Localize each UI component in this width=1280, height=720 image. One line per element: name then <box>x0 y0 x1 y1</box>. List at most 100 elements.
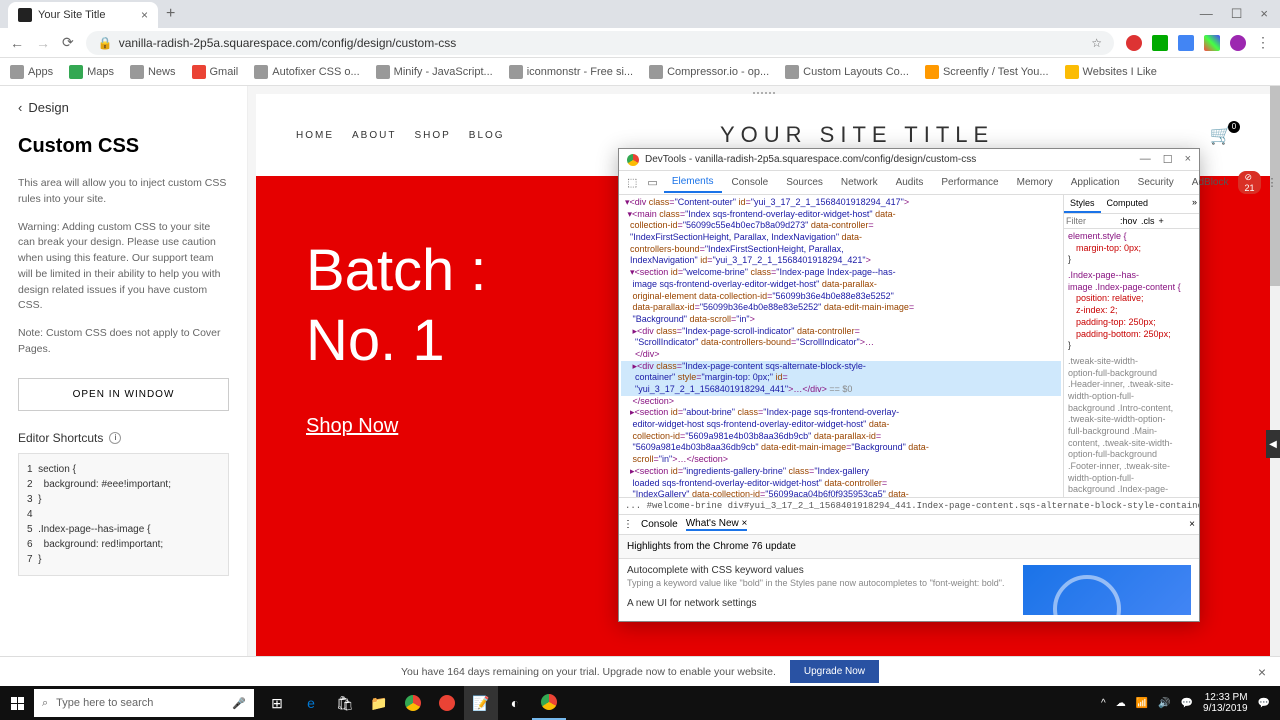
minimize-icon[interactable]: — <box>1140 153 1151 166</box>
tray-icon[interactable]: 🔊 <box>1158 698 1170 709</box>
tab-whatsnew[interactable]: What's New × <box>686 518 748 531</box>
cart-button[interactable]: 🛒 0 <box>1210 125 1232 146</box>
ext-icon[interactable] <box>1152 35 1168 51</box>
tab-security[interactable]: Security <box>1130 173 1182 192</box>
close-icon[interactable]: × <box>1185 153 1191 166</box>
computed-tab[interactable]: Computed <box>1101 195 1155 213</box>
star-icon[interactable]: ☆ <box>1091 36 1102 50</box>
tray-up-icon[interactable]: ^ <box>1101 698 1106 709</box>
url-input[interactable]: 🔒 vanilla-radish-2p5a.squarespace.com/co… <box>86 31 1114 55</box>
tab-network[interactable]: Network <box>833 173 886 192</box>
ext-icon[interactable] <box>1126 35 1142 51</box>
tab-adblock[interactable]: AdBlock <box>1184 173 1237 192</box>
bookmark-item[interactable]: Screenfly / Test You... <box>925 65 1049 79</box>
collapse-arrow-icon[interactable]: ◀ <box>1266 430 1280 458</box>
task-view-icon[interactable]: ⊞ <box>260 686 294 720</box>
bookmark-item[interactable]: Gmail <box>192 65 239 79</box>
tab-application[interactable]: Application <box>1063 173 1128 192</box>
bookmark-item[interactable]: Minify - JavaScript... <box>376 65 493 79</box>
more-icon[interactable]: ⋮ <box>1263 172 1280 193</box>
app-icon[interactable]: ◐ <box>498 686 532 720</box>
ext-icon[interactable] <box>1178 35 1194 51</box>
close-window-icon[interactable]: × <box>1260 6 1268 22</box>
tab-console[interactable]: Console <box>641 519 678 530</box>
taskbar-search[interactable]: ⌕ Type here to search 🎤 <box>34 689 254 717</box>
bookmark-item[interactable]: Apps <box>10 65 53 79</box>
reload-icon[interactable]: ⟳ <box>62 34 74 51</box>
store-icon[interactable]: 🛍 <box>328 686 362 720</box>
open-in-window-button[interactable]: OPEN IN WINDOW <box>18 378 229 411</box>
new-tab-button[interactable]: + <box>166 5 175 23</box>
more-icon[interactable]: » <box>1190 195 1199 213</box>
tray-icon[interactable]: 💬 <box>1181 698 1193 709</box>
elements-panel[interactable]: ▾<div class="Content-outer" id="yui_3_17… <box>619 195 1063 497</box>
add-icon[interactable]: + <box>1159 216 1164 226</box>
bookmark-item[interactable]: News <box>130 65 176 79</box>
tab-performance[interactable]: Performance <box>933 173 1006 192</box>
styles-tab[interactable]: Styles <box>1064 195 1101 213</box>
tab-memory[interactable]: Memory <box>1009 173 1061 192</box>
breadcrumb[interactable]: ... #welcome-brine div#yui_3_17_2_1_1568… <box>619 497 1199 514</box>
forward-icon[interactable]: → <box>36 35 50 51</box>
minimize-icon[interactable]: — <box>1200 6 1213 22</box>
nav-link[interactable]: SHOP <box>414 130 450 141</box>
bookmark-item[interactable]: Websites I Like <box>1065 65 1157 79</box>
notes-icon[interactable]: 📝 <box>464 686 498 720</box>
explorer-icon[interactable]: 📁 <box>362 686 396 720</box>
chrome-active-icon[interactable] <box>532 686 566 720</box>
ext-icon[interactable] <box>1204 35 1220 51</box>
tab-sources[interactable]: Sources <box>778 173 831 192</box>
bookmark-item[interactable]: Maps <box>69 65 114 79</box>
filter-input[interactable] <box>1066 216 1116 226</box>
bookmark-item[interactable]: Compressor.io - op... <box>649 65 769 79</box>
error-badge[interactable]: ⊘ 21 <box>1238 171 1260 194</box>
drag-handle-icon[interactable] <box>753 92 775 94</box>
start-button[interactable] <box>0 686 34 720</box>
maximize-icon[interactable]: ☐ <box>1163 153 1173 166</box>
menu-icon[interactable]: ⋮ <box>1256 34 1270 51</box>
bookmark-item[interactable]: Custom Layouts Co... <box>785 65 909 79</box>
upgrade-button[interactable]: Upgrade Now <box>790 660 879 683</box>
cls-toggle[interactable]: .cls <box>1141 216 1155 226</box>
chrome-icon[interactable] <box>396 686 430 720</box>
tray-icon[interactable]: 📶 <box>1136 698 1148 709</box>
site-title[interactable]: YOUR SITE TITLE <box>720 122 994 148</box>
editor-shortcuts-header[interactable]: Editor Shortcuts i <box>18 431 229 445</box>
inspect-icon[interactable]: ⬚ <box>623 172 641 193</box>
nav-link[interactable]: HOME <box>296 130 334 141</box>
tab-console[interactable]: Console <box>724 173 777 192</box>
clock-time[interactable]: 12:33 PM <box>1203 692 1248 703</box>
notification-icon[interactable]: 💬 <box>1258 698 1270 709</box>
tab-audits[interactable]: Audits <box>888 173 932 192</box>
css-rules[interactable]: element.style { margin-top: 0px; } .Inde… <box>1064 229 1199 497</box>
tray-icon[interactable]: ☁ <box>1116 698 1126 709</box>
css-editor[interactable]: 1 section { 2 background: #eee!important… <box>18 453 229 576</box>
close-drawer-icon[interactable]: × <box>1189 519 1195 530</box>
maps-icon <box>69 65 83 79</box>
bookmark-item[interactable]: iconmonstr - Free si... <box>509 65 633 79</box>
mic-icon[interactable]: 🎤 <box>232 697 246 710</box>
browser-tab[interactable]: Your Site Title × <box>8 2 158 28</box>
hov-toggle[interactable]: :hov <box>1120 216 1137 226</box>
device-icon[interactable]: ▭ <box>643 172 661 193</box>
clock-date[interactable]: 9/13/2019 <box>1203 703 1248 714</box>
devtools-titlebar[interactable]: DevTools - vanilla-radish-2p5a.squarespa… <box>619 149 1199 171</box>
back-icon[interactable]: ← <box>10 35 24 51</box>
nav-link[interactable]: BLOG <box>469 130 505 141</box>
edge-icon[interactable]: e <box>294 686 328 720</box>
back-link[interactable]: ‹ Design <box>18 100 229 115</box>
app-icon[interactable] <box>430 686 464 720</box>
console-menu-icon[interactable]: ⋮ <box>623 519 633 530</box>
bookmark-item[interactable]: Autofixer CSS o... <box>254 65 359 79</box>
chevron-left-icon: ‹ <box>18 100 22 115</box>
tab-elements[interactable]: Elements <box>664 172 722 193</box>
close-icon[interactable]: × <box>1258 664 1266 680</box>
maximize-icon[interactable]: ☐ <box>1231 6 1243 22</box>
lock-icon: 🔒 <box>98 36 113 50</box>
search-icon: ⌕ <box>42 697 48 710</box>
feature-title: A new UI for network settings <box>627 598 1013 609</box>
shop-now-link[interactable]: Shop Now <box>306 415 398 437</box>
profile-avatar[interactable] <box>1230 35 1246 51</box>
close-icon[interactable]: × <box>141 8 148 22</box>
nav-link[interactable]: ABOUT <box>352 130 396 141</box>
